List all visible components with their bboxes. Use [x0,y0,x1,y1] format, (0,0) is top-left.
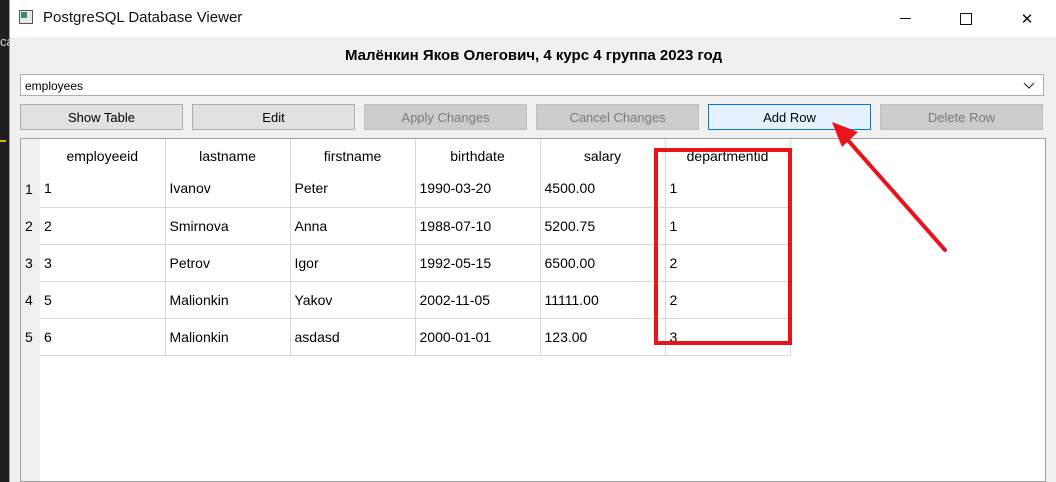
table-cell[interactable]: 3 [40,244,166,282]
table-cell[interactable]: Petrov [165,244,291,282]
table-cell[interactable]: 2 [40,207,166,245]
background-edge-mark [0,140,6,142]
table-cell[interactable]: 4500.00 [540,170,666,208]
title-bar[interactable]: PostgreSQL Database Viewer ✕ [10,0,1056,37]
table-select[interactable]: employees [20,74,1044,96]
table-cell[interactable]: Peter [290,170,416,208]
apply-changes-button[interactable]: Apply Changes [364,104,527,130]
column-header[interactable]: employeeid [40,139,166,170]
table-cell[interactable]: asdasd [290,318,416,356]
chevron-down-icon [1023,82,1035,89]
corner-cell[interactable] [21,139,40,170]
row-header[interactable]: 2 [21,207,40,244]
table-cell[interactable]: 6500.00 [540,244,666,282]
close-icon: ✕ [1020,10,1034,28]
delete-row-button[interactable]: Delete Row [880,104,1043,130]
annotation-highlight-box [654,148,792,345]
table-cell[interactable]: 1988-07-10 [415,207,541,245]
table-cell[interactable]: 1 [40,170,166,208]
row-header[interactable]: 4 [21,281,40,318]
column-header[interactable]: salary [540,139,666,170]
table-cell[interactable]: 6 [40,318,166,356]
column-header[interactable]: birthdate [415,139,541,170]
table-cell[interactable]: 11111.00 [540,281,666,319]
table-cell[interactable]: Ivanov [165,170,291,208]
add-row-button[interactable]: Add Row [708,104,871,130]
minimize-icon [899,18,911,19]
show-table-button[interactable]: Show Table [20,104,183,130]
data-table[interactable]: employeeid lastname firstname birthdate … [20,138,1046,482]
edit-button[interactable]: Edit [192,104,355,130]
table-cell[interactable]: Smirnova [165,207,291,245]
table-cell[interactable]: Malionkin [165,281,291,319]
table-cell[interactable]: Malionkin [165,318,291,356]
student-header: Малёнкин Яков Олегович, 4 курс 4 группа … [345,47,722,64]
table-cell[interactable]: 5 [40,281,166,319]
row-header[interactable]: 5 [21,318,40,355]
table-cell[interactable]: 5200.75 [540,207,666,245]
table-cell[interactable]: Igor [290,244,416,282]
background-desktop-edge: ca [0,0,14,482]
table-cell[interactable]: 2000-01-01 [415,318,541,356]
window-title: PostgreSQL Database Viewer [43,9,243,26]
minimize-button[interactable] [882,0,928,37]
table-cell[interactable]: 1990-03-20 [415,170,541,208]
table-cell[interactable]: 2002-11-05 [415,281,541,319]
column-header[interactable]: firstname [290,139,416,170]
maximize-button[interactable] [943,0,989,37]
table-cell[interactable]: Anna [290,207,416,245]
close-button[interactable]: ✕ [1004,0,1050,37]
maximize-icon [960,12,972,25]
cancel-changes-button[interactable]: Cancel Changes [536,104,699,130]
app-window: PostgreSQL Database Viewer ✕ Малёнкин Як… [9,0,1056,482]
row-header[interactable]: 3 [21,244,40,281]
table-cell[interactable]: 123.00 [540,318,666,356]
column-header[interactable]: lastname [165,139,291,170]
table-select-value: employees [25,79,84,93]
app-icon [19,10,33,24]
table-cell[interactable]: Yakov [290,281,416,319]
row-header[interactable]: 1 [21,170,40,207]
table-cell[interactable]: 1992-05-15 [415,244,541,282]
